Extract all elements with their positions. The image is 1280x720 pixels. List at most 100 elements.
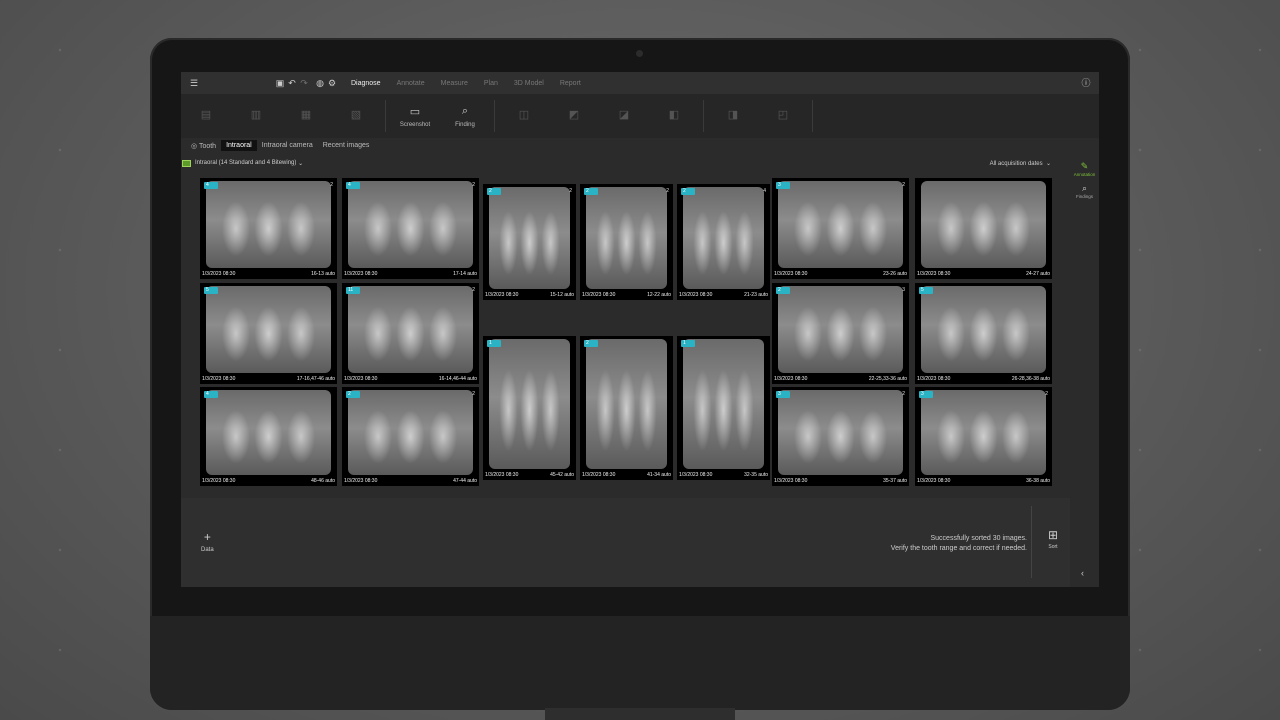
tab-diagnose[interactable]: Diagnose: [351, 80, 381, 87]
globe-icon[interactable]: ◍: [315, 78, 325, 88]
findings-button[interactable]: ⌕ Findings: [1070, 183, 1099, 199]
xray-thumbnail[interactable]: 4 1/3/2023 08:30 48-46 auto: [200, 387, 337, 486]
tab-3d-model[interactable]: 3D Model: [514, 80, 544, 87]
xray-thumbnail[interactable]: 5 1/3/2023 08:30 26-28,36-38 auto: [915, 283, 1052, 384]
xray-thumbnail[interactable]: 4 2 1/3/2023 08:30 16-13 auto: [200, 178, 337, 279]
xray-thumbnail[interactable]: 2 2 1/3/2023 08:30 12-22 auto: [580, 184, 673, 300]
xray-thumbnail[interactable]: 3 2 1/3/2023 08:30 36-38 auto: [915, 387, 1052, 486]
tool-icon: ◧: [668, 108, 680, 121]
annotation-count: 2: [902, 391, 905, 397]
tooth-range-label: 21-23 auto: [744, 292, 768, 298]
sort-button[interactable]: ⊞ Sort: [1048, 528, 1058, 550]
ribbon-button-8[interactable]: ◧: [649, 97, 699, 135]
tab-plan[interactable]: Plan: [484, 80, 498, 87]
ribbon-button-2[interactable]: ▥: [231, 97, 281, 135]
tooth-tag-badge: 2: [584, 188, 598, 195]
tooth-range-label: 17-16,47-46 auto: [296, 376, 335, 382]
ribbon-button-6[interactable]: ◩: [549, 97, 599, 135]
image-date: 1/3/2023 08:30: [917, 271, 951, 277]
xray-image: [489, 339, 570, 469]
redo-icon[interactable]: ↷: [299, 78, 309, 88]
annotation-button[interactable]: ✎ Annotation: [1070, 161, 1099, 177]
ribbon-button-4[interactable]: ▧: [331, 97, 381, 135]
xray-thumbnail[interactable]: 3 2 1/3/2023 08:30 35-37 auto: [772, 387, 909, 486]
xray-thumbnail[interactable]: 2 3 1/3/2023 08:30 22-25,33-36 auto: [772, 283, 909, 384]
image-date: 1/3/2023 08:30: [917, 376, 951, 382]
chevron-left-icon[interactable]: ‹: [1081, 568, 1084, 578]
annotation-count: 2: [472, 391, 475, 397]
acquisition-label: All acquisition dates: [989, 160, 1043, 167]
xray-thumbnail[interactable]: 2 2 1/3/2023 08:30 15-12 auto: [483, 184, 576, 300]
findings-icon: ⌕: [1081, 183, 1088, 193]
ribbon-button-3[interactable]: ▦: [281, 97, 331, 135]
tab-tooth[interactable]: ◎ Tooth: [186, 140, 221, 152]
ribbon-button-7[interactable]: ◪: [599, 97, 649, 135]
status-line-2: Verify the tooth range and correct if ne…: [890, 545, 1027, 552]
xray-thumbnail[interactable]: 2 1/3/2023 08:30 41-34 auto: [580, 336, 673, 480]
hamburger-icon[interactable]: ☰: [189, 78, 199, 88]
annotation-count: 2: [666, 188, 669, 194]
xray-thumbnail[interactable]: 4 2 1/3/2023 08:30 17-14 auto: [342, 178, 479, 279]
sort-divider: [1031, 506, 1032, 578]
tooth-range-label: 26-28,36-38 auto: [1011, 376, 1050, 382]
monitor-chin: [150, 616, 1130, 710]
tab-measure[interactable]: Measure: [441, 80, 468, 87]
xray-thumbnail[interactable]: 5 1/3/2023 08:30 17-16,47-46 auto: [200, 283, 337, 384]
ribbon-button-9[interactable]: ◨: [708, 97, 758, 135]
xray-image: [683, 187, 764, 289]
sort-label: Sort: [1048, 544, 1058, 550]
image-date: 1/3/2023 08:30: [582, 292, 616, 298]
tab-report[interactable]: Report: [560, 80, 581, 87]
image-date: 1/3/2023 08:30: [774, 376, 808, 382]
undo-icon[interactable]: ↶: [287, 78, 297, 88]
tab-annotate[interactable]: Annotate: [397, 80, 425, 87]
sort-icon: ⊞: [1047, 528, 1058, 542]
tooth-tag-badge: 4: [204, 182, 218, 189]
screenshot-button[interactable]: ▭ Screenshot: [390, 97, 440, 135]
help-icon[interactable]: ⓘ: [1081, 78, 1091, 88]
image-date: 1/3/2023 08:30: [202, 478, 236, 484]
ribbon-divider: [494, 100, 495, 132]
save-icon[interactable]: ▣: [275, 78, 285, 88]
ribbon-divider: [812, 100, 813, 132]
tooth-tag-badge: 3: [919, 391, 933, 398]
acquisition-date-selector[interactable]: All acquisition dates ⌄: [990, 160, 1051, 167]
filter-row: Intraoral (14 Standard and 4 Bitewing) ⌄…: [181, 155, 1071, 171]
tab-intraoral[interactable]: Intraoral: [221, 140, 257, 151]
settings-icon[interactable]: ⚙: [327, 78, 337, 88]
monitor-stand: [545, 708, 735, 720]
app-window: ☰ ▣ ↶ ↷ ◍ ⚙ Diagnose Annotate Measure Pl…: [181, 72, 1099, 587]
tooth-range-label: 15-12 auto: [550, 292, 574, 298]
tooth-range-label: 12-22 auto: [647, 292, 671, 298]
image-date: 1/3/2023 08:30: [774, 478, 808, 484]
xray-thumbnail[interactable]: 2 2 1/3/2023 08:30 47-44 auto: [342, 387, 479, 486]
finding-button[interactable]: ⌕ Finding: [440, 97, 490, 135]
image-date: 1/3/2023 08:30: [679, 472, 713, 478]
xray-thumbnail[interactable]: 1 1/3/2023 08:30 32-35 auto: [677, 336, 770, 480]
plus-icon: +: [203, 530, 211, 544]
add-data-button[interactable]: + Data: [201, 530, 214, 553]
tab-intraoral-camera[interactable]: Intraoral camera: [257, 140, 318, 151]
tool-icon: ◨: [727, 108, 739, 121]
xray-thumbnail[interactable]: 3 2 1/3/2023 08:30 23-26 auto: [772, 178, 909, 279]
pencil-icon: ✎: [1080, 161, 1089, 171]
tab-recent-images[interactable]: Recent images: [318, 140, 375, 151]
xray-thumbnail[interactable]: 11 2 1/3/2023 08:30 16-14,46-44 auto: [342, 283, 479, 384]
tooth-tag-badge: 4: [204, 391, 218, 398]
tooth-range-label: 24-27 auto: [1026, 271, 1050, 277]
add-data-label: Data: [201, 547, 214, 553]
xray-thumbnail[interactable]: 1 1/3/2023 08:30 45-42 auto: [483, 336, 576, 480]
tooth-range-label: 32-35 auto: [744, 472, 768, 478]
tooth-range-label: 48-46 auto: [311, 478, 335, 484]
webcam: [636, 50, 643, 57]
ribbon-button-10[interactable]: ◰: [758, 97, 808, 135]
ribbon-button-5[interactable]: ◫: [499, 97, 549, 135]
tool-icon: ▧: [350, 108, 362, 121]
ribbon-button-1[interactable]: ▤: [181, 97, 231, 135]
series-selector[interactable]: Intraoral (14 Standard and 4 Bitewing) ⌄: [182, 159, 303, 167]
xray-thumbnail[interactable]: 1/3/2023 08:30 24-27 auto: [915, 178, 1052, 279]
image-date: 1/3/2023 08:30: [582, 472, 616, 478]
xray-thumbnail[interactable]: 2 4 1/3/2023 08:30 21-23 auto: [677, 184, 770, 300]
annotation-count: 3: [902, 287, 905, 293]
tooth-tag-badge: 2: [487, 188, 501, 195]
